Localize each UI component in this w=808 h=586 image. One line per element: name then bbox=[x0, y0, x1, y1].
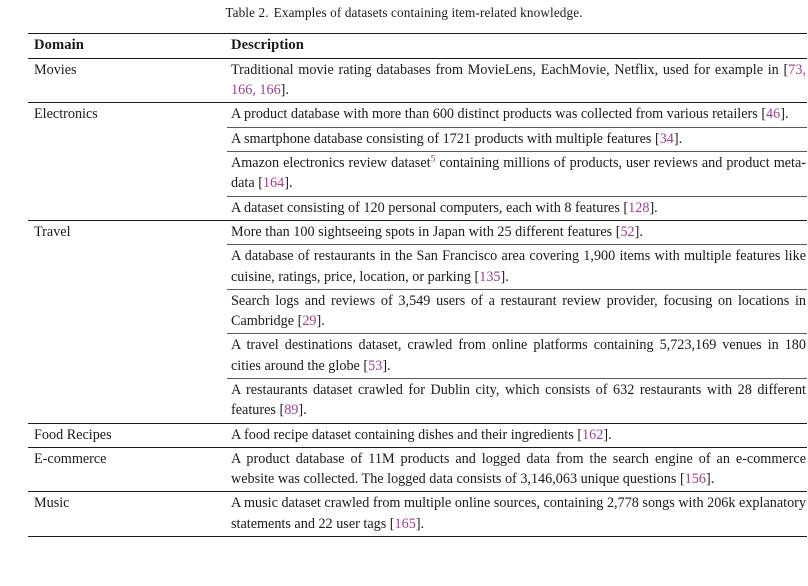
caption-label: Table 2. bbox=[225, 5, 269, 20]
cell-description: A dataset consisting of 120 personal com… bbox=[227, 195, 807, 221]
table-row: A database of restaurants in the San Fra… bbox=[28, 244, 807, 290]
table-header: Domain Description bbox=[28, 32, 807, 59]
cell-domain: Music bbox=[28, 491, 227, 538]
header-row: Domain Description bbox=[28, 32, 807, 59]
cell-description: Search logs and reviews of 3,549 users o… bbox=[227, 288, 807, 334]
cell-description: A food recipe dataset containing dishes … bbox=[227, 422, 807, 448]
cell-domain-empty bbox=[28, 127, 227, 151]
cell-description: More than 100 sightseeing spots in Japan… bbox=[227, 219, 807, 245]
cell-description: Amazon electronics review dataset5 conta… bbox=[227, 151, 807, 197]
citation-reference[interactable]: 29 bbox=[302, 313, 316, 329]
citation-reference[interactable]: 135 bbox=[479, 269, 500, 285]
table-row: A dataset consisting of 120 personal com… bbox=[28, 195, 807, 221]
citation-reference[interactable]: 73, 166, 166 bbox=[231, 62, 806, 98]
citation-reference[interactable]: 53 bbox=[368, 358, 382, 374]
table-row: Search logs and reviews of 3,549 users o… bbox=[28, 288, 807, 334]
table-row: Movies Traditional movie rating databases… bbox=[28, 57, 807, 103]
table-body: Movies Traditional movie rating databases… bbox=[28, 57, 807, 538]
cell-domain: E-commerce bbox=[28, 446, 227, 492]
citation-reference[interactable]: 52 bbox=[620, 224, 634, 240]
citation-reference[interactable]: 128 bbox=[628, 200, 649, 216]
document-page: Table 2. Examples of datasets containing … bbox=[0, 0, 808, 586]
table-row: Travel More than 100 sightseeing spots in… bbox=[28, 219, 807, 245]
citation-reference[interactable]: 89 bbox=[284, 402, 298, 418]
table-row: Electronics A product database with more … bbox=[28, 102, 807, 128]
table-row: A restaurants dataset crawled for Dublin… bbox=[28, 378, 807, 424]
cell-domain: Electronics bbox=[28, 102, 227, 128]
cell-description: A music dataset crawled from multiple on… bbox=[227, 491, 807, 538]
citation-reference[interactable]: 156 bbox=[685, 471, 706, 487]
citation-reference[interactable]: 164 bbox=[263, 175, 284, 191]
cell-description: Traditional movie rating databases from … bbox=[227, 57, 807, 103]
footnote-marker[interactable]: 5 bbox=[431, 154, 436, 165]
cell-domain-empty bbox=[28, 379, 227, 424]
table-container: Domain Description Movies Traditional mov… bbox=[14, 32, 807, 538]
cell-description: A database of restaurants in the San Fra… bbox=[227, 244, 807, 290]
cell-description: A travel destinations dataset, crawled f… bbox=[227, 333, 807, 379]
table-row: E-commerce A product database of 11M prod… bbox=[28, 446, 807, 492]
table-caption: Table 2. Examples of datasets containing … bbox=[0, 0, 808, 21]
cell-domain-empty bbox=[28, 152, 227, 197]
datasets-table: Domain Description Movies Traditional mov… bbox=[28, 32, 807, 538]
caption-text: Examples of datasets containing item-rel… bbox=[273, 5, 583, 20]
column-header-description: Description bbox=[227, 32, 807, 59]
citation-reference[interactable]: 165 bbox=[395, 516, 416, 532]
citation-reference[interactable]: 34 bbox=[660, 131, 674, 147]
cell-domain-empty bbox=[28, 196, 227, 220]
cell-description: A product database of 11M products and l… bbox=[227, 446, 807, 492]
cell-description: A restaurants dataset crawled for Dublin… bbox=[227, 378, 807, 424]
citation-reference[interactable]: 162 bbox=[582, 427, 603, 443]
column-header-domain: Domain bbox=[28, 32, 227, 59]
cell-description: A product database with more than 600 di… bbox=[227, 102, 807, 128]
cell-domain: Movies bbox=[28, 57, 227, 103]
cell-domain-empty bbox=[28, 245, 227, 290]
cell-domain: Travel bbox=[28, 219, 227, 245]
table-row: A travel destinations dataset, crawled f… bbox=[28, 333, 807, 379]
table-row: Amazon electronics review dataset5 conta… bbox=[28, 151, 807, 197]
cell-domain: Food Recipes bbox=[28, 422, 227, 448]
table-row: Food Recipes A food recipe dataset contai… bbox=[28, 422, 807, 448]
table-row: Music A music dataset crawled from multip… bbox=[28, 491, 807, 538]
table-row: A smartphone database consisting of 1721… bbox=[28, 126, 807, 152]
cell-description: A smartphone database consisting of 1721… bbox=[227, 126, 807, 152]
cell-domain-empty bbox=[28, 289, 227, 334]
cell-domain-empty bbox=[28, 334, 227, 379]
citation-reference[interactable]: 46 bbox=[766, 106, 780, 122]
